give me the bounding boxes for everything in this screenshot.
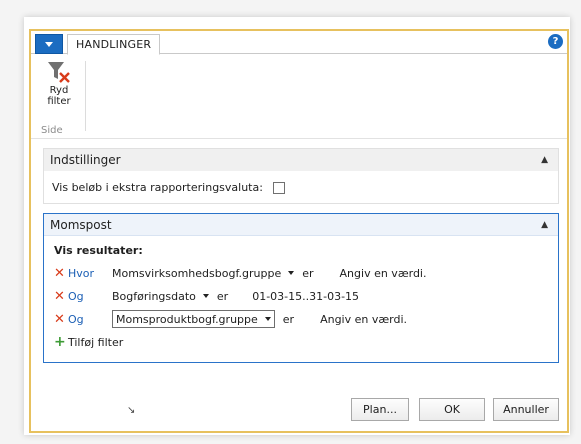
- chevron-down-icon: [45, 42, 53, 47]
- plan-button[interactable]: Plan...: [351, 398, 409, 421]
- dropdown-arrow-icon: [288, 271, 295, 275]
- ribbon-tab-row: HANDLINGER ?: [31, 31, 567, 55]
- vat-entry-title: Momspost: [50, 218, 112, 232]
- remove-filter-icon[interactable]: ✕: [54, 289, 68, 304]
- mouse-cursor-icon: ↘: [127, 405, 136, 416]
- settings-fasttab: Indstillinger ▲ Vis beløb i ekstra rappo…: [43, 148, 559, 204]
- ribbon-group-label: Side: [41, 125, 63, 136]
- cancel-button[interactable]: Annuller: [493, 398, 559, 421]
- help-icon[interactable]: ?: [548, 34, 563, 49]
- extra-currency-option: Vis beløb i ekstra rapporteringsvaluta:: [52, 181, 285, 194]
- report-request-dialog: HANDLINGER ? Ryd filter Side Indstilling…: [29, 29, 569, 433]
- chevron-up-icon[interactable]: ▲: [541, 149, 548, 171]
- clear-filter-label-1: Ryd: [49, 85, 69, 96]
- add-filter-link[interactable]: + Tilføj filter: [54, 334, 123, 350]
- clear-filter-icon: [48, 62, 70, 83]
- extra-currency-checkbox[interactable]: [272, 181, 285, 194]
- dropdown-arrow-icon: [202, 294, 209, 298]
- filter-row: ✕ Og Bogføringsdato er 01-03-15..31-03-1…: [54, 287, 359, 305]
- clear-filter-label-2: filter: [47, 96, 71, 107]
- chevron-up-icon[interactable]: ▲: [541, 214, 548, 236]
- ribbon: Ryd filter Side: [31, 55, 567, 139]
- remove-filter-icon[interactable]: ✕: [54, 312, 68, 327]
- filter-operator[interactable]: Hvor: [68, 267, 112, 280]
- tab-handlinger[interactable]: HANDLINGER: [67, 34, 161, 55]
- filter-field-label: Momsproduktbogf.gruppe: [116, 312, 258, 326]
- ribbon-group-divider: [85, 61, 86, 131]
- filter-comparator: er: [282, 312, 295, 326]
- show-results-label: Vis resultater:: [54, 244, 143, 257]
- filter-operator[interactable]: Og: [68, 290, 112, 303]
- settings-header[interactable]: Indstillinger ▲: [44, 149, 558, 171]
- clear-filter-button[interactable]: Ryd filter: [39, 59, 79, 107]
- filter-value[interactable]: Angiv en værdi.: [320, 313, 407, 326]
- filter-field-select[interactable]: Momsvirksomhedsbogf.gruppe: [112, 266, 295, 280]
- filter-comparator: er: [302, 266, 314, 280]
- filter-value[interactable]: Angiv en værdi.: [340, 267, 427, 280]
- add-filter-label: Tilføj filter: [68, 335, 124, 349]
- plus-icon: +: [54, 334, 66, 350]
- vat-entry-fasttab: Momspost ▲ Vis resultater: ✕ Hvor Momsvi…: [43, 213, 559, 363]
- remove-filter-icon[interactable]: ✕: [54, 266, 68, 281]
- filter-field-label: Bogføringsdato: [112, 289, 196, 303]
- filter-row: ✕ Hvor Momsvirksomhedsbogf.gruppe er Ang…: [54, 264, 426, 282]
- settings-title: Indstillinger: [50, 153, 121, 167]
- extra-currency-label: Vis beløb i ekstra rapporteringsvaluta:: [52, 181, 263, 194]
- filter-field-select[interactable]: Momsproduktbogf.gruppe: [112, 310, 275, 328]
- filter-comparator: er: [216, 289, 229, 303]
- application-menu-button[interactable]: [35, 34, 63, 54]
- filter-row: ✕ Og Momsproduktbogf.gruppe er Angiv en …: [54, 310, 407, 328]
- dropdown-arrow-icon: [264, 317, 271, 321]
- ok-button[interactable]: OK: [419, 398, 485, 421]
- filter-value[interactable]: 01-03-15..31-03-15: [252, 290, 359, 303]
- vat-entry-header[interactable]: Momspost ▲: [44, 214, 558, 236]
- filter-field-label: Momsvirksomhedsbogf.gruppe: [112, 266, 282, 280]
- filter-field-select[interactable]: Bogføringsdato: [112, 290, 209, 303]
- filter-operator[interactable]: Og: [68, 313, 112, 326]
